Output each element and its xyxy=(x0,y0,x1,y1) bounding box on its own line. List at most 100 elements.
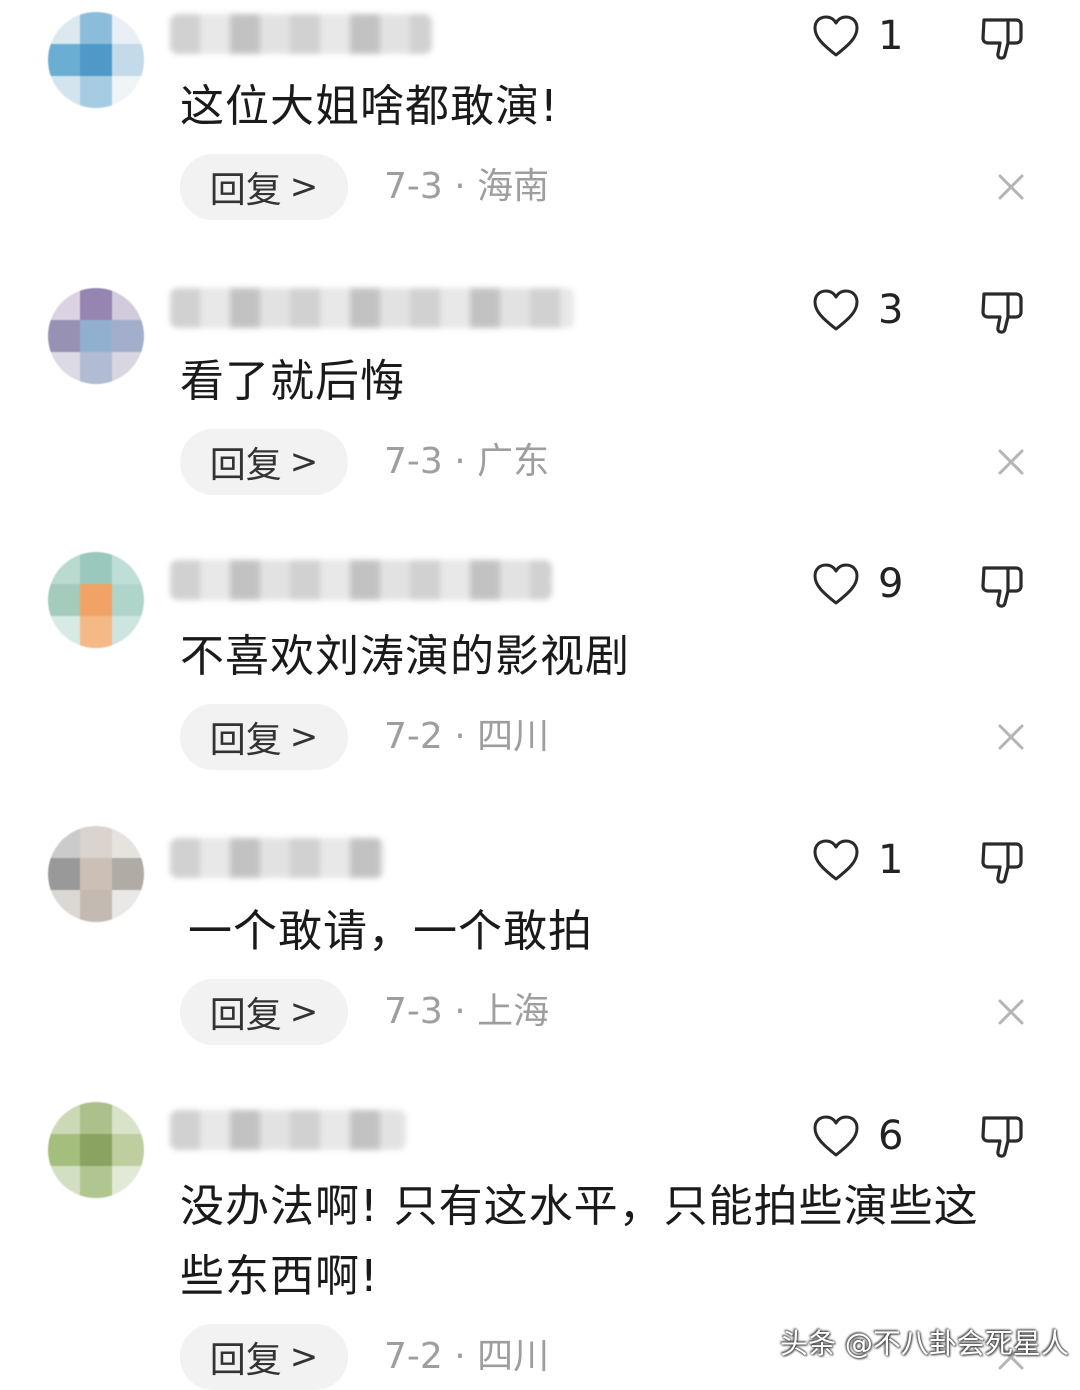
chevron-right-icon: > xyxy=(289,992,319,1032)
chevron-right-icon: > xyxy=(289,717,319,757)
avatar-pixel xyxy=(80,858,112,890)
close-icon[interactable] xyxy=(996,722,1026,752)
heart-icon xyxy=(813,289,859,331)
close-icon[interactable] xyxy=(996,997,1026,1027)
like-button[interactable]: 1 xyxy=(812,14,903,58)
like-count: 3 xyxy=(878,287,904,333)
like-button[interactable]: 9 xyxy=(812,562,903,606)
like-button[interactable]: 6 xyxy=(812,1114,903,1158)
comment-meta: 7-2 · 四川 xyxy=(384,1324,549,1390)
username-blurred[interactable] xyxy=(170,1110,406,1150)
avatar-pixel xyxy=(48,44,80,76)
avatar-pixel xyxy=(112,826,144,858)
reply-button[interactable]: 回复 > xyxy=(180,1324,348,1390)
avatar-pixel xyxy=(112,1166,144,1198)
comment-meta: 7-3 · 海南 xyxy=(384,154,549,220)
avatar-pixel xyxy=(112,584,144,616)
comment-location: 海南 xyxy=(477,166,550,207)
comment-location: 四川 xyxy=(477,1336,550,1377)
reply-label: 回复 xyxy=(209,170,282,211)
avatar-pixel xyxy=(48,288,80,320)
avatar-pixel xyxy=(80,1134,112,1166)
avatar-pixel xyxy=(48,352,80,384)
comment-meta: 7-3 · 广东 xyxy=(384,429,549,495)
username-blurred[interactable] xyxy=(170,560,552,600)
close-icon[interactable] xyxy=(996,447,1026,477)
username-blurred[interactable] xyxy=(170,14,432,54)
meta-separator: · xyxy=(454,166,466,207)
avatar-pixel xyxy=(80,890,112,922)
avatar-pixel xyxy=(48,1134,80,1166)
comment-text: 这位大姐啥都敢演! xyxy=(180,81,559,132)
avatar-pixel xyxy=(112,12,144,44)
comment-date: 7-3 xyxy=(384,166,443,207)
avatar-pixel xyxy=(48,890,80,922)
reply-button[interactable]: 回复 > xyxy=(180,154,348,220)
avatar-pixel xyxy=(112,44,144,76)
avatar[interactable] xyxy=(48,12,144,108)
dislike-icon[interactable] xyxy=(978,1112,1026,1160)
comment-location: 四川 xyxy=(477,716,550,757)
avatar-pixel xyxy=(112,552,144,584)
avatar-pixel xyxy=(48,1102,80,1134)
avatar[interactable] xyxy=(48,826,144,922)
comment-location: 上海 xyxy=(477,991,550,1032)
meta-separator: · xyxy=(454,716,466,757)
avatar-pixel xyxy=(48,12,80,44)
like-count: 6 xyxy=(878,1113,904,1159)
chevron-right-icon: > xyxy=(289,167,319,207)
avatar-pixel xyxy=(80,826,112,858)
reply-button[interactable]: 回复 > xyxy=(180,979,348,1045)
avatar-pixel xyxy=(80,616,112,648)
avatar-pixel xyxy=(48,552,80,584)
avatar-pixel xyxy=(48,584,80,616)
like-count: 9 xyxy=(878,561,904,607)
username-blurred[interactable] xyxy=(170,288,574,328)
avatar-pixel xyxy=(112,76,144,108)
reply-button[interactable]: 回复 > xyxy=(180,429,348,495)
heart-icon xyxy=(813,839,859,881)
meta-separator: · xyxy=(454,991,466,1032)
avatar-pixel xyxy=(112,858,144,890)
dislike-icon[interactable] xyxy=(978,288,1026,336)
avatar-pixel xyxy=(112,288,144,320)
avatar-pixel xyxy=(112,1102,144,1134)
comment-text: 一个敢请，一个敢拍 xyxy=(188,906,593,957)
avatar[interactable] xyxy=(48,1102,144,1198)
reply-label: 回复 xyxy=(209,720,282,761)
like-button[interactable]: 1 xyxy=(812,838,903,882)
avatar-pixel xyxy=(80,1166,112,1198)
watermark: 头条 @不八卦会死星人 xyxy=(780,1327,1069,1360)
avatar-pixel xyxy=(112,352,144,384)
avatar[interactable] xyxy=(48,552,144,648)
avatar-pixel xyxy=(80,288,112,320)
heart-icon xyxy=(813,1115,859,1157)
avatar-pixel xyxy=(48,320,80,352)
avatar-pixel xyxy=(80,1102,112,1134)
avatar-pixel xyxy=(112,1134,144,1166)
reply-label: 回复 xyxy=(209,445,282,486)
comment-meta: 7-3 · 上海 xyxy=(384,979,549,1045)
meta-separator: · xyxy=(454,441,466,482)
avatar-pixel xyxy=(48,858,80,890)
reply-button[interactable]: 回复 > xyxy=(180,704,348,770)
like-count: 1 xyxy=(878,13,904,59)
reply-label: 回复 xyxy=(209,1340,282,1381)
avatar-pixel xyxy=(48,826,80,858)
like-button[interactable]: 3 xyxy=(812,288,903,332)
comment-meta: 7-2 · 四川 xyxy=(384,704,549,770)
comment-date: 7-2 xyxy=(384,1336,443,1377)
avatar-pixel xyxy=(48,616,80,648)
dislike-icon[interactable] xyxy=(978,562,1026,610)
avatar-pixel xyxy=(48,1166,80,1198)
avatar-pixel xyxy=(80,44,112,76)
avatar-pixel xyxy=(112,890,144,922)
comment-location: 广东 xyxy=(477,441,550,482)
comment-date: 7-2 xyxy=(384,716,443,757)
username-blurred[interactable] xyxy=(170,838,384,878)
dislike-icon[interactable] xyxy=(978,14,1026,62)
avatar[interactable] xyxy=(48,288,144,384)
avatar-pixel xyxy=(80,552,112,584)
close-icon[interactable] xyxy=(996,172,1026,202)
dislike-icon[interactable] xyxy=(978,838,1026,886)
